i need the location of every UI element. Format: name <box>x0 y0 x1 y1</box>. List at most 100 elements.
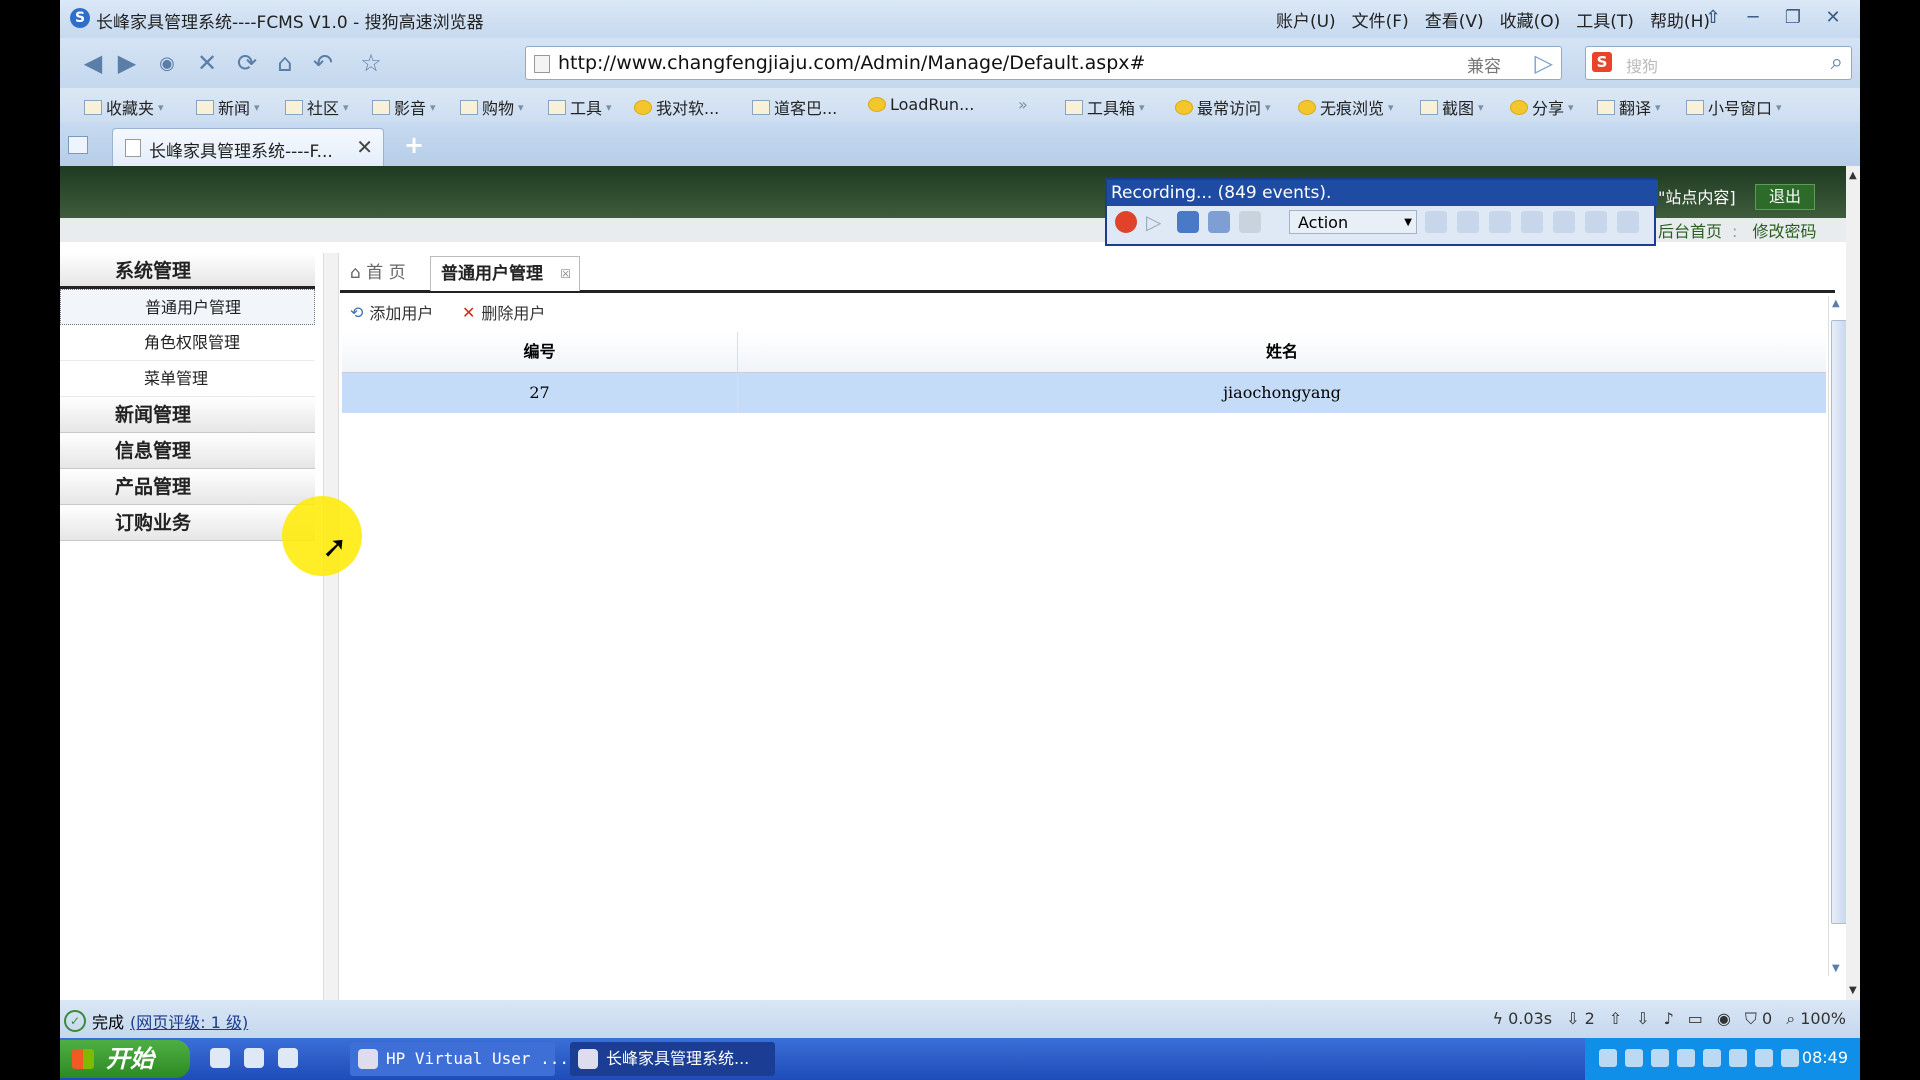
splitter[interactable] <box>323 253 339 1003</box>
nav-section-news[interactable]: 新闻管理 <box>60 397 315 433</box>
logout-button[interactable]: 退出 <box>1755 184 1815 210</box>
window-icon[interactable]: ▭ <box>1688 1009 1703 1029</box>
bookmark-loadrunner[interactable]: LoadRun... <box>868 95 974 114</box>
display-icon[interactable] <box>1703 1049 1721 1067</box>
bookmark-shopping[interactable]: 购物 ▾ <box>460 95 524 119</box>
page-rating-link[interactable]: (网页评级: 1 级) <box>130 1009 248 1033</box>
nav-section-info[interactable]: 信息管理 <box>60 433 315 469</box>
scroll-down-icon[interactable]: ▼ <box>1849 985 1857 996</box>
column-header-name[interactable]: 姓名 <box>738 332 1826 372</box>
stop-icon[interactable]: ✕ <box>192 48 222 78</box>
insert-step-icon[interactable] <box>1521 211 1543 233</box>
search-input[interactable]: 搜狗 <box>1626 53 1658 77</box>
start-button[interactable]: 开始 <box>60 1040 190 1078</box>
nav-item-normal-users[interactable]: 普通用户管理 <box>60 289 315 325</box>
transaction-end-icon[interactable] <box>1457 211 1479 233</box>
grid-scrollbar[interactable]: ▲ ▼ <box>1828 296 1847 976</box>
checkpoint-icon[interactable] <box>1617 211 1639 233</box>
small-window-button[interactable]: 小号窗口 ▾ <box>1686 95 1782 119</box>
rendezvous-icon[interactable] <box>1489 211 1511 233</box>
nav-section-products[interactable]: 产品管理 <box>60 469 315 505</box>
bookmark-news[interactable]: 新闻 ▾ <box>196 95 260 119</box>
nav-item-role-permissions[interactable]: 角色权限管理 <box>60 325 315 361</box>
nav-section-system[interactable]: 系统管理 <box>60 253 315 289</box>
restore-button[interactable]: ❐ <box>1776 4 1810 30</box>
zoom-level[interactable]: ⌕ 100% <box>1786 1009 1846 1029</box>
tab-normal-users[interactable]: 普通用户管理 ☒ <box>430 256 580 291</box>
add-user-button[interactable]: ⟲ 添加用户 <box>350 300 433 324</box>
compat-mode-label[interactable]: 兼容 <box>1467 52 1501 77</box>
task-browser[interactable]: 长峰家具管理系统... <box>570 1042 775 1076</box>
comment-icon[interactable] <box>1553 211 1575 233</box>
sogou-icon[interactable] <box>278 1048 298 1068</box>
antivirus-icon[interactable] <box>1781 1049 1799 1067</box>
go-icon[interactable]: ▷ <box>1535 49 1553 77</box>
browser-tab-active[interactable]: 长峰家具管理系统----F... ✕ <box>112 128 384 167</box>
column-header-id[interactable]: 编号 <box>342 332 738 372</box>
close-tab-icon[interactable]: ☒ <box>560 257 571 291</box>
home-icon[interactable]: ⌂ <box>270 48 300 78</box>
download-count[interactable]: ⇩ 2 <box>1566 1009 1595 1029</box>
translate-button[interactable]: 翻译 ▾ <box>1597 95 1661 119</box>
copy-icon[interactable] <box>1585 211 1607 233</box>
screenshot-button[interactable]: 截图 ▾ <box>1420 95 1484 119</box>
monitor-icon[interactable] <box>1677 1049 1695 1067</box>
pin-icon[interactable]: ⇧ <box>1696 4 1730 30</box>
record-icon[interactable] <box>1115 211 1137 233</box>
menu-tools[interactable]: 工具(T) <box>1576 7 1634 32</box>
upload-icon[interactable]: ⇧ <box>1609 1009 1622 1029</box>
menu-file[interactable]: 文件(F) <box>1352 7 1409 32</box>
search-icon[interactable]: ⌕ <box>1831 50 1843 75</box>
url-text[interactable]: http://www.changfengjiaju.com/Admin/Mana… <box>558 52 1145 74</box>
address-bar[interactable]: http://www.changfengjiaju.com/Admin/Mana… <box>525 46 1562 80</box>
backend-home-link[interactable]: 后台首页 <box>1658 222 1722 241</box>
new-tab-icon[interactable]: + <box>402 133 426 158</box>
chevron-left-icon[interactable] <box>1625 1049 1643 1067</box>
pause-icon[interactable] <box>1208 211 1230 233</box>
close-tab-icon[interactable]: ✕ <box>356 135 373 159</box>
blocked-count[interactable]: ⛉ 0 <box>1745 1009 1772 1029</box>
transaction-start-icon[interactable] <box>1425 211 1447 233</box>
bookmark-software[interactable]: 我对软... <box>634 95 719 119</box>
bookmark-community[interactable]: 社区 ▾ <box>285 95 349 119</box>
site-content-link[interactable]: "站点内容] <box>1658 184 1736 208</box>
undo-close-icon[interactable]: ↶ <box>308 48 338 78</box>
play-icon[interactable]: ▷ <box>1146 211 1168 233</box>
minimize-button[interactable]: ─ <box>1736 4 1770 30</box>
ie-icon[interactable] <box>210 1048 230 1068</box>
eye-icon[interactable]: ◉ <box>1717 1009 1731 1029</box>
task-hp-virtual-user[interactable]: HP Virtual User ... <box>350 1042 569 1076</box>
close-button[interactable]: ✕ <box>1816 4 1850 30</box>
history-icon[interactable]: ◉ <box>152 48 182 78</box>
share-button[interactable]: 分享 ▾ <box>1510 95 1574 119</box>
scroll-thumb[interactable] <box>1831 320 1847 924</box>
keyboard-icon[interactable] <box>1599 1049 1617 1067</box>
scroll-up-icon[interactable]: ▲ <box>1849 170 1857 181</box>
volume-icon[interactable]: ♪ <box>1664 1009 1674 1029</box>
qq-icon[interactable] <box>244 1048 264 1068</box>
incognito-button[interactable]: 无痕浏览 ▾ <box>1298 95 1394 119</box>
action-select[interactable]: Action ▼ <box>1289 210 1417 234</box>
tab-home[interactable]: ⌂ 首 页 <box>350 256 406 290</box>
bookmark-doc88[interactable]: 道客巴... <box>752 95 837 119</box>
delete-user-button[interactable]: ✕ 删除用户 <box>462 300 545 324</box>
arrow-down-icon[interactable]: ⇩ <box>1636 1009 1649 1029</box>
toolbox-button[interactable]: 工具箱 ▾ <box>1065 95 1145 119</box>
menu-view[interactable]: 查看(V) <box>1425 7 1484 32</box>
shield-icon[interactable] <box>1755 1049 1773 1067</box>
scroll-up-icon[interactable]: ▲ <box>1832 298 1840 309</box>
change-password-link[interactable]: 修改密码 <box>1753 222 1817 241</box>
clock[interactable]: 08:49 <box>1802 1048 1848 1067</box>
sidebar-toggle-icon[interactable] <box>68 136 88 154</box>
most-visited-button[interactable]: 最常访问 ▾ <box>1175 95 1271 119</box>
network-icon[interactable] <box>1651 1049 1669 1067</box>
bookmark-favorites[interactable]: 收藏夹 ▾ <box>84 95 164 119</box>
scroll-down-icon[interactable]: ▼ <box>1832 963 1840 974</box>
stop-record-icon[interactable] <box>1177 211 1199 233</box>
nav-section-orders[interactable]: 订购业务 <box>60 505 315 541</box>
security-icon[interactable] <box>1729 1049 1747 1067</box>
page-scrollbar[interactable]: ▲ ▼ <box>1846 166 1860 1000</box>
bookmark-media[interactable]: 影音 ▾ <box>372 95 436 119</box>
hand-icon[interactable] <box>1239 211 1261 233</box>
refresh-icon[interactable]: ⟳ <box>232 48 262 78</box>
